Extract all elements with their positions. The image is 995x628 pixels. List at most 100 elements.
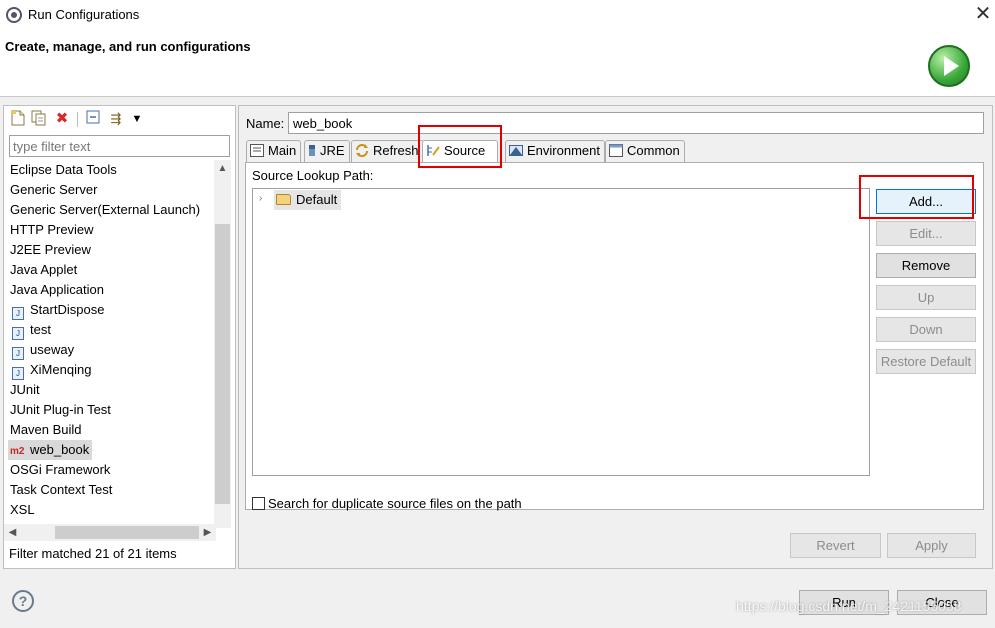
app-icon [6, 7, 22, 23]
header-banner: Create, manage, and run configurations [0, 30, 995, 97]
list-item-label: Java Applet [10, 262, 78, 277]
restore-default-button[interactable]: Restore Default [876, 349, 976, 374]
list-item[interactable]: JUnit [8, 380, 43, 400]
list-item[interactable]: J StartDispose [8, 300, 107, 320]
maven-m2-icon: m2 [10, 446, 25, 457]
list-item-label: Generic Server(External Launch) [10, 202, 201, 217]
up-button[interactable]: Up [876, 285, 976, 310]
collapse-all-icon[interactable] [84, 110, 102, 128]
tab-refresh-label: Refresh [373, 143, 419, 158]
list-item[interactable]: m2 web_book [8, 440, 93, 460]
list-item-label: J2EE Preview [10, 242, 91, 257]
list-item[interactable]: J2EE Preview [8, 240, 94, 260]
list-item-label: OSGi Framework [10, 462, 111, 477]
horizontal-scroll-thumb[interactable] [55, 526, 199, 539]
list-item-label: web_book [30, 442, 90, 457]
revert-button[interactable]: Revert [790, 533, 881, 558]
list-item-label: test [30, 322, 51, 337]
list-item-label: XSL [10, 502, 35, 517]
run-play-icon [928, 45, 970, 87]
main-tab-icon [250, 143, 264, 157]
scroll-up-icon[interactable]: ▲ [214, 160, 231, 177]
view-menu-icon[interactable]: ▼ [128, 110, 146, 128]
run-button[interactable]: Run [799, 590, 889, 615]
duplicate-config-icon[interactable] [30, 110, 48, 128]
list-item-label: StartDispose [30, 302, 105, 317]
apply-button[interactable]: Apply [887, 533, 976, 558]
list-item[interactable]: XSL [8, 500, 38, 520]
tab-jre-label: JRE [320, 143, 345, 158]
close-button[interactable]: Close [897, 590, 987, 615]
list-item[interactable]: HTTP Preview [8, 220, 97, 240]
list-item[interactable]: Maven Build [8, 420, 85, 440]
source-lookup-label: Source Lookup Path: [252, 168, 374, 183]
list-item-label: Task Context Test [10, 482, 113, 497]
highlight-add-button [859, 175, 974, 219]
list-item-label: JUnit [10, 382, 40, 397]
name-label: Name: [246, 116, 285, 131]
filter-icon[interactable]: ⇶ [107, 110, 125, 128]
list-item[interactable]: Java Applet [8, 260, 80, 280]
list-item-label: Maven Build [10, 422, 82, 437]
banner-title: Create, manage, and run configurations [5, 39, 251, 54]
common-tab-icon [609, 143, 623, 157]
list-item[interactable]: Task Context Test [8, 480, 115, 500]
tab-environment-label: Environment [527, 143, 600, 158]
tab-common-label: Common [627, 143, 680, 158]
help-icon[interactable]: ? [12, 590, 34, 612]
title-bar: Run Configurations ✕ [0, 0, 995, 30]
list-item-label: Generic Server [10, 182, 98, 197]
filter-input[interactable] [9, 135, 230, 157]
duplicate-search-checkbox[interactable]: Search for duplicate source files on the… [252, 496, 522, 511]
list-item-label: useway [30, 342, 75, 357]
config-list: Eclipse Data Tools Generic Server Generic … [4, 160, 216, 526]
horizontal-scrollbar[interactable]: ◀ ▶ [4, 524, 216, 541]
tab-environment[interactable]: Environment [505, 140, 605, 162]
java-class-icon: J [12, 367, 24, 380]
tab-refresh[interactable]: Refresh [351, 140, 424, 162]
name-input[interactable] [288, 112, 984, 134]
tab-jre[interactable]: JRE [304, 140, 350, 162]
close-icon[interactable]: ✕ [972, 2, 994, 26]
filter-status: Filter matched 21 of 21 items [9, 546, 177, 561]
highlight-source-tab [418, 125, 502, 168]
list-item[interactable]: Generic Server [8, 180, 100, 200]
list-item-label: Eclipse Data Tools [10, 162, 117, 177]
scroll-right-icon[interactable]: ▶ [199, 524, 216, 541]
vertical-scrollbar[interactable]: ▲ [214, 160, 231, 528]
source-lookup-tree[interactable]: › Default [252, 188, 870, 476]
list-item-label: JUnit Plug-in Test [10, 402, 111, 417]
list-item[interactable]: Juseway [8, 340, 77, 360]
tree-expand-icon[interactable]: › [259, 193, 262, 204]
vertical-scroll-thumb[interactable] [215, 224, 230, 504]
java-class-icon: J [12, 327, 24, 340]
new-config-icon[interactable] [9, 110, 27, 128]
delete-config-icon[interactable]: ✖ [53, 110, 71, 128]
java-class-icon: J [12, 347, 24, 360]
list-item[interactable]: Java Application [8, 280, 107, 300]
folder-icon [276, 194, 291, 205]
scroll-left-icon[interactable]: ◀ [4, 524, 21, 541]
jre-tab-icon [308, 143, 316, 156]
list-item[interactable]: OSGi Framework [8, 460, 113, 480]
list-item[interactable]: J XiMenqing [8, 360, 94, 380]
tab-common[interactable]: Common [605, 140, 685, 162]
environment-tab-icon [509, 143, 523, 156]
list-item[interactable]: Eclipse Data Tools [8, 160, 120, 180]
list-item-label: HTTP Preview [10, 222, 94, 237]
tab-main[interactable]: Main [246, 140, 302, 162]
toolbar-divider [77, 112, 78, 127]
list-item[interactable]: Generic Server(External Launch) [8, 200, 203, 220]
checkbox-box[interactable] [252, 497, 265, 510]
edit-button[interactable]: Edit... [876, 221, 976, 246]
refresh-tab-icon [355, 143, 369, 157]
tab-main-label: Main [268, 143, 297, 158]
list-item[interactable]: Jtest [8, 320, 54, 340]
down-button[interactable]: Down [876, 317, 976, 342]
list-item-label: XiMenqing [30, 362, 92, 377]
java-class-icon: J [12, 307, 24, 320]
list-item[interactable]: JUnit Plug-in Test [8, 400, 114, 420]
remove-button[interactable]: Remove [876, 253, 976, 278]
list-item-label: Java Application [10, 282, 104, 297]
tree-item-default[interactable]: Default [274, 190, 342, 210]
